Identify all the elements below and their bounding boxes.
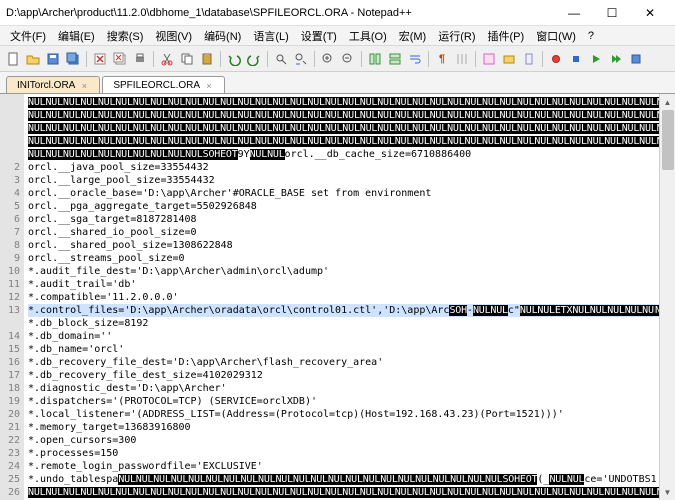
close-all-icon[interactable] xyxy=(111,50,129,68)
menu-settings[interactable]: 设置(T) xyxy=(295,26,343,46)
tab-label: SPFILEORCL.ORA xyxy=(113,80,200,91)
folder-view-icon[interactable] xyxy=(500,50,518,68)
menu-run[interactable]: 运行(R) xyxy=(432,26,481,46)
editor-area: 2345678910111213141516171819202122232425… xyxy=(0,94,675,500)
tab-initorcl[interactable]: INITorcl.ORA × xyxy=(6,76,100,93)
toolbar-separator xyxy=(314,51,315,67)
wrap-icon[interactable] xyxy=(406,50,424,68)
sync-v-icon[interactable] xyxy=(366,50,384,68)
new-file-icon[interactable] xyxy=(4,50,22,68)
save-icon[interactable] xyxy=(44,50,62,68)
zoom-in-icon[interactable] xyxy=(319,50,337,68)
tab-label: INITorcl.ORA xyxy=(17,80,75,91)
save-all-icon[interactable] xyxy=(64,50,82,68)
window-title: D:\app\Archer\product\11.2.0\dbhome_1\da… xyxy=(6,7,555,19)
scroll-up-icon[interactable]: ▲ xyxy=(662,96,674,108)
toolbar: ¶ xyxy=(0,46,675,72)
vertical-scrollbar[interactable]: ▲ ▼ xyxy=(659,94,675,500)
record-macro-icon[interactable] xyxy=(547,50,565,68)
text-editor[interactable]: NULNULNULNULNULNULNULNULNULNULNULNULNULN… xyxy=(24,94,659,500)
titlebar: D:\app\Archer\product\11.2.0\dbhome_1\da… xyxy=(0,0,675,26)
toolbar-separator xyxy=(475,51,476,67)
tab-close-icon[interactable]: × xyxy=(204,81,214,91)
menu-file[interactable]: 文件(F) xyxy=(4,26,52,46)
play-multi-icon[interactable] xyxy=(607,50,625,68)
doc-map-icon[interactable] xyxy=(520,50,538,68)
scroll-thumb[interactable] xyxy=(662,110,674,170)
save-macro-icon[interactable] xyxy=(627,50,645,68)
line-number-gutter: 2345678910111213141516171819202122232425… xyxy=(0,94,24,500)
cut-icon[interactable] xyxy=(158,50,176,68)
play-macro-icon[interactable] xyxy=(587,50,605,68)
toolbar-separator xyxy=(86,51,87,67)
replace-icon[interactable] xyxy=(292,50,310,68)
copy-icon[interactable] xyxy=(178,50,196,68)
menubar: 文件(F) 编辑(E) 搜索(S) 视图(V) 编码(N) 语言(L) 设置(T… xyxy=(0,26,675,46)
window-controls: — ☐ ✕ xyxy=(555,2,669,24)
show-all-chars-icon[interactable]: ¶ xyxy=(433,50,451,68)
toolbar-separator xyxy=(220,51,221,67)
close-button[interactable]: ✕ xyxy=(631,2,669,24)
scroll-down-icon[interactable]: ▼ xyxy=(662,486,674,498)
menu-tools[interactable]: 工具(O) xyxy=(343,26,393,46)
tab-bar: INITorcl.ORA × SPFILEORCL.ORA × xyxy=(0,72,675,94)
paste-icon[interactable] xyxy=(198,50,216,68)
menu-macro[interactable]: 宏(M) xyxy=(393,26,433,46)
open-file-icon[interactable] xyxy=(24,50,42,68)
undo-icon[interactable] xyxy=(225,50,243,68)
toolbar-separator xyxy=(361,51,362,67)
tab-spfileorcl[interactable]: SPFILEORCL.ORA × xyxy=(102,76,225,93)
menu-view[interactable]: 视图(V) xyxy=(149,26,198,46)
menu-encoding[interactable]: 编码(N) xyxy=(198,26,247,46)
minimize-button[interactable]: — xyxy=(555,2,593,24)
toolbar-separator xyxy=(428,51,429,67)
indent-guide-icon[interactable] xyxy=(453,50,471,68)
tab-close-icon[interactable]: × xyxy=(79,81,89,91)
menu-help[interactable]: ? xyxy=(582,28,600,44)
toolbar-separator xyxy=(542,51,543,67)
print-icon[interactable] xyxy=(131,50,149,68)
redo-icon[interactable] xyxy=(245,50,263,68)
zoom-out-icon[interactable] xyxy=(339,50,357,68)
menu-plugins[interactable]: 插件(P) xyxy=(482,26,531,46)
sync-h-icon[interactable] xyxy=(386,50,404,68)
menu-edit[interactable]: 编辑(E) xyxy=(52,26,101,46)
toolbar-separator xyxy=(153,51,154,67)
menu-window[interactable]: 窗口(W) xyxy=(530,26,582,46)
find-icon[interactable] xyxy=(272,50,290,68)
maximize-button[interactable]: ☐ xyxy=(593,2,631,24)
stop-macro-icon[interactable] xyxy=(567,50,585,68)
menu-language[interactable]: 语言(L) xyxy=(247,26,294,46)
close-file-icon[interactable] xyxy=(91,50,109,68)
func-list-icon[interactable] xyxy=(480,50,498,68)
toolbar-separator xyxy=(267,51,268,67)
menu-search[interactable]: 搜索(S) xyxy=(101,26,150,46)
